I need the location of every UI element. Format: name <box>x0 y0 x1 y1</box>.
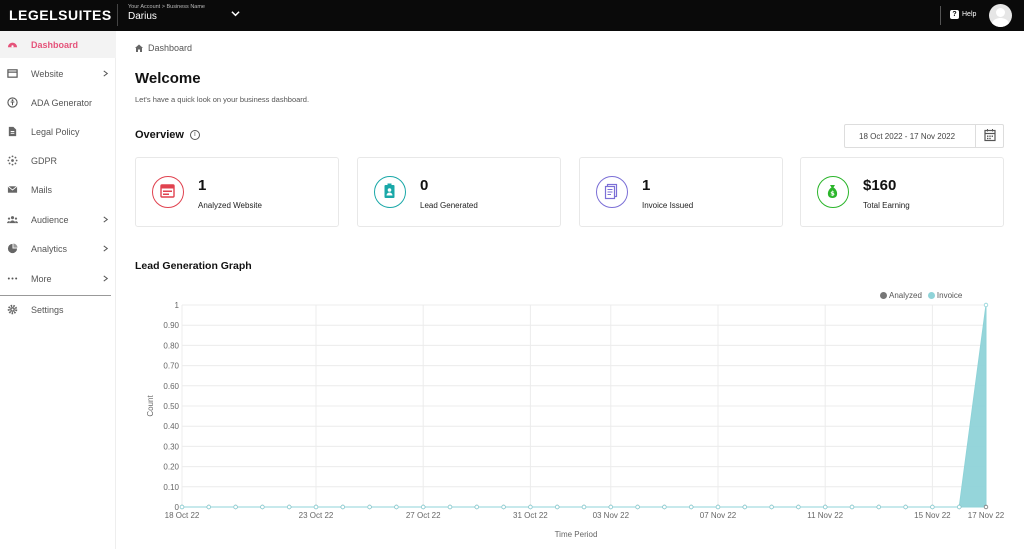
series-point-invoice <box>796 504 801 510</box>
series-point-invoice <box>340 504 345 510</box>
series-point-invoice <box>930 504 935 510</box>
series-point-invoice <box>287 504 292 510</box>
series-point-invoice <box>957 504 962 510</box>
x-tick-label: 07 Nov 22 <box>700 511 737 520</box>
y-tick-label: 0.40 <box>163 422 179 431</box>
series-point-invoice <box>662 504 667 510</box>
series-point-invoice <box>313 504 319 510</box>
y-tick-label: 1 <box>175 301 180 310</box>
series-point-invoice <box>447 504 453 510</box>
series-point-invoice <box>635 504 640 510</box>
x-axis-title: Time Period <box>555 530 598 539</box>
series-point-invoice <box>501 504 506 510</box>
series-point-invoice <box>555 504 560 510</box>
series-point-invoice <box>528 504 533 510</box>
series-point-invoice <box>260 504 265 510</box>
series-point-invoice <box>769 504 774 510</box>
series-point-invoice <box>394 504 399 510</box>
series-point-invoice <box>367 504 372 510</box>
series-point-analyzed <box>983 504 989 510</box>
series-point-invoice <box>876 504 881 510</box>
x-tick-label: 23 Oct 22 <box>299 511 334 520</box>
x-tick-label: 03 Nov 22 <box>593 511 630 520</box>
series-point-invoice <box>983 302 989 308</box>
series-point-invoice <box>474 504 479 510</box>
series-point-invoice <box>206 504 211 510</box>
y-tick-label: 0.50 <box>163 402 179 411</box>
y-tick-label: 0.20 <box>163 463 179 472</box>
series-point-invoice <box>849 504 855 510</box>
y-axis-title: Count <box>146 395 155 417</box>
x-tick-label: 11 Nov 22 <box>807 511 843 520</box>
x-tick-label: 31 Oct 22 <box>513 511 548 520</box>
y-tick-label: 0.70 <box>163 362 179 371</box>
x-tick-label: 27 Oct 22 <box>406 511 441 520</box>
y-tick-label: 0.90 <box>163 321 179 330</box>
series-point-invoice <box>421 504 426 510</box>
y-tick-label: 0.30 <box>163 442 179 451</box>
series-point-invoice <box>179 504 185 510</box>
y-tick-label: 0.60 <box>163 382 179 391</box>
series-point-invoice <box>233 504 238 510</box>
x-tick-label: 17 Nov 22 <box>968 511 1005 520</box>
x-tick-label: 15 Nov 22 <box>914 511 951 520</box>
series-point-invoice <box>742 504 747 510</box>
series-point-invoice <box>823 504 828 510</box>
series-point-invoice <box>903 504 908 510</box>
series-point-invoice <box>581 504 587 510</box>
y-tick-label: 0.10 <box>163 483 179 492</box>
x-tick-label: 18 Oct 22 <box>165 511 200 520</box>
series-point-invoice <box>608 504 613 510</box>
y-tick-label: 0.80 <box>163 341 179 350</box>
series-point-invoice <box>689 504 694 510</box>
lead-generation-chart: 00.100.200.300.400.500.600.700.800.90118… <box>146 301 1005 539</box>
series-point-invoice <box>715 504 721 510</box>
